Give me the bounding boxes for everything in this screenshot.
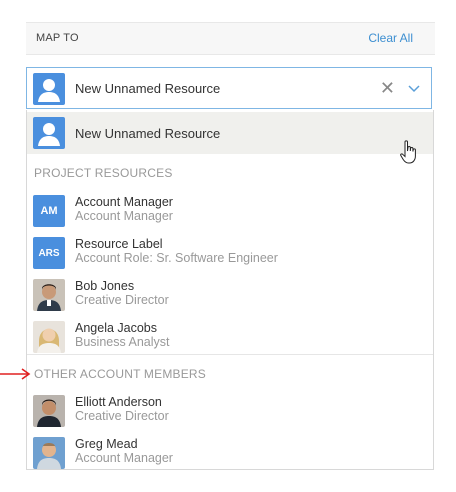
map-to-header: MAP TO Clear All [26, 22, 435, 55]
person-icon [33, 73, 65, 105]
item-name: Account Manager [75, 195, 173, 209]
section-divider [27, 354, 433, 355]
item-subtitle: Account Role: Sr. Software Engineer [75, 251, 278, 265]
item-subtitle: Account Manager [75, 451, 173, 465]
avatar: ARS [33, 237, 65, 269]
person-icon [33, 117, 65, 149]
greg-photo [33, 437, 65, 469]
dropdown-list: New Unnamed Resource PROJECT RESOURCES A… [26, 110, 434, 470]
item-name: Angela Jacobs [75, 321, 158, 335]
option-new-unnamed-resource[interactable]: New Unnamed Resource [27, 112, 433, 154]
avatar: AM [33, 195, 65, 227]
red-arrow-annotation-icon [0, 368, 31, 380]
hand-cursor-icon [400, 140, 416, 164]
list-item[interactable]: Angela Jacobs Business Analyst [27, 316, 433, 358]
section-other-account-members: OTHER ACCOUNT MEMBERS [34, 367, 206, 381]
item-subtitle: Creative Director [75, 293, 169, 307]
clear-all-link[interactable]: Clear All [368, 31, 413, 45]
list-item[interactable]: Elliott Anderson Creative Director [27, 390, 433, 432]
list-item[interactable]: AM Account Manager Account Manager [27, 190, 433, 232]
angela-photo [33, 321, 65, 353]
bob-photo [33, 279, 65, 311]
clear-selection-icon[interactable]: ✕ [380, 78, 395, 98]
list-item[interactable]: Greg Mead Account Manager [27, 432, 433, 469]
item-name: Greg Mead [75, 437, 138, 451]
selected-value: New Unnamed Resource [75, 81, 221, 96]
map-to-title: MAP TO [36, 32, 79, 44]
item-name: Resource Label [75, 237, 163, 251]
item-name: Bob Jones [75, 279, 135, 293]
item-name: Elliott Anderson [75, 395, 162, 409]
resource-select[interactable]: New Unnamed Resource ✕ [26, 67, 432, 109]
elliott-photo [33, 395, 65, 427]
list-item[interactable]: Bob Jones Creative Director [27, 274, 433, 316]
item-subtitle: Business Analyst [75, 335, 170, 349]
option-label: New Unnamed Resource [75, 126, 221, 141]
chevron-down-icon[interactable] [407, 81, 421, 95]
section-project-resources: PROJECT RESOURCES [34, 166, 173, 180]
list-item[interactable]: ARS Resource Label Account Role: Sr. Sof… [27, 232, 433, 274]
item-subtitle: Creative Director [75, 409, 169, 423]
item-subtitle: Account Manager [75, 209, 173, 223]
